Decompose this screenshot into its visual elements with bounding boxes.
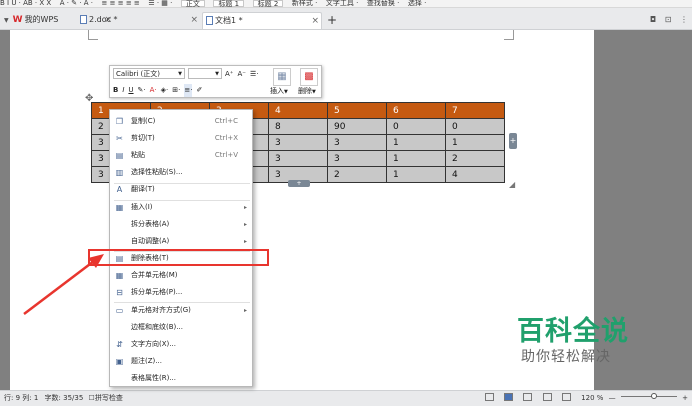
arrow-shaft — [23, 257, 99, 315]
watermark-title: 百科全说 — [517, 316, 629, 347]
watermark-subtitle: 助你轻松解决 — [521, 349, 611, 365]
arrow-head — [88, 254, 104, 268]
watermark: 百科全说 助你轻松解决 — [517, 316, 629, 366]
